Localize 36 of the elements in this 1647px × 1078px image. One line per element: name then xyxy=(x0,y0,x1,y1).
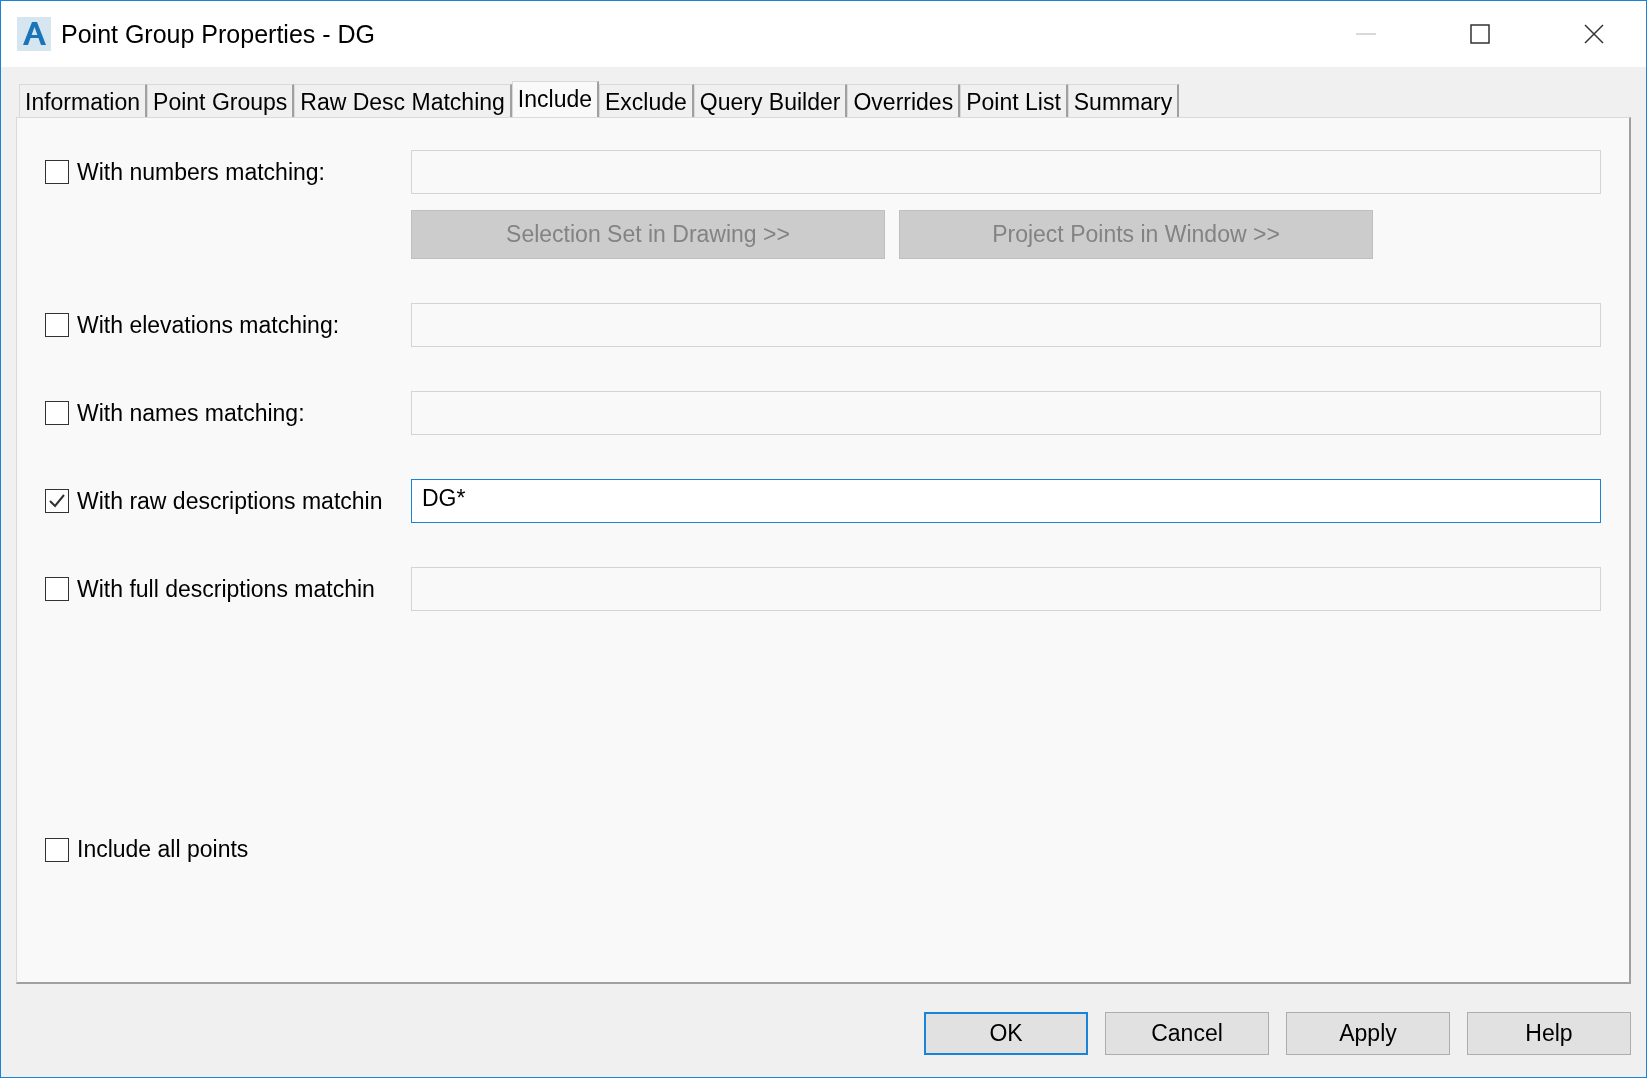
checkbox[interactable] xyxy=(45,313,69,337)
app-logo-icon xyxy=(17,17,51,51)
dialog-button[interactable]: Help xyxy=(1467,1012,1631,1055)
checkbox[interactable] xyxy=(45,489,69,513)
close-icon xyxy=(1584,24,1604,44)
checkbox-label: With names matching: xyxy=(77,399,306,427)
tab[interactable]: Exclude xyxy=(599,84,694,117)
input-field[interactable] xyxy=(411,150,1601,194)
dialog-button[interactable]: Cancel xyxy=(1105,1012,1269,1055)
checkbox[interactable] xyxy=(45,837,69,862)
tab[interactable]: Information xyxy=(19,84,148,117)
tab[interactable]: Point List xyxy=(960,84,1068,117)
checkbox-label: With numbers matching: xyxy=(77,158,326,186)
tab[interactable]: Raw Desc Matching xyxy=(294,84,512,117)
tab[interactable]: Point Groups xyxy=(147,84,295,117)
tab[interactable]: Summary xyxy=(1067,84,1180,117)
checkbox-label: Include all points xyxy=(77,836,250,863)
checkbox-label: With full descriptions matchin xyxy=(77,575,376,603)
dialog-button[interactable]: OK xyxy=(924,1012,1088,1055)
checkbox-label: With elevations matching: xyxy=(77,311,341,339)
minimize-icon xyxy=(1356,32,1376,36)
checkbox[interactable] xyxy=(45,160,69,184)
tab[interactable]: Overrides xyxy=(847,84,961,117)
checkbox-label: With raw descriptions matchin xyxy=(77,487,384,515)
checkmark-icon xyxy=(48,492,66,510)
input-field[interactable] xyxy=(411,303,1601,347)
input-field[interactable] xyxy=(411,567,1601,611)
window-title: Point Group Properties - DG xyxy=(61,19,375,49)
input-field[interactable]: DG* xyxy=(411,479,1601,523)
checkbox[interactable] xyxy=(45,401,69,425)
input-field[interactable] xyxy=(411,391,1601,435)
tab[interactable]: Query Builder xyxy=(693,84,848,117)
checkbox[interactable] xyxy=(45,577,69,601)
maximize-icon xyxy=(1470,24,1490,44)
tab[interactable]: Include xyxy=(511,81,599,117)
dialog-button[interactable]: Apply xyxy=(1286,1012,1450,1055)
